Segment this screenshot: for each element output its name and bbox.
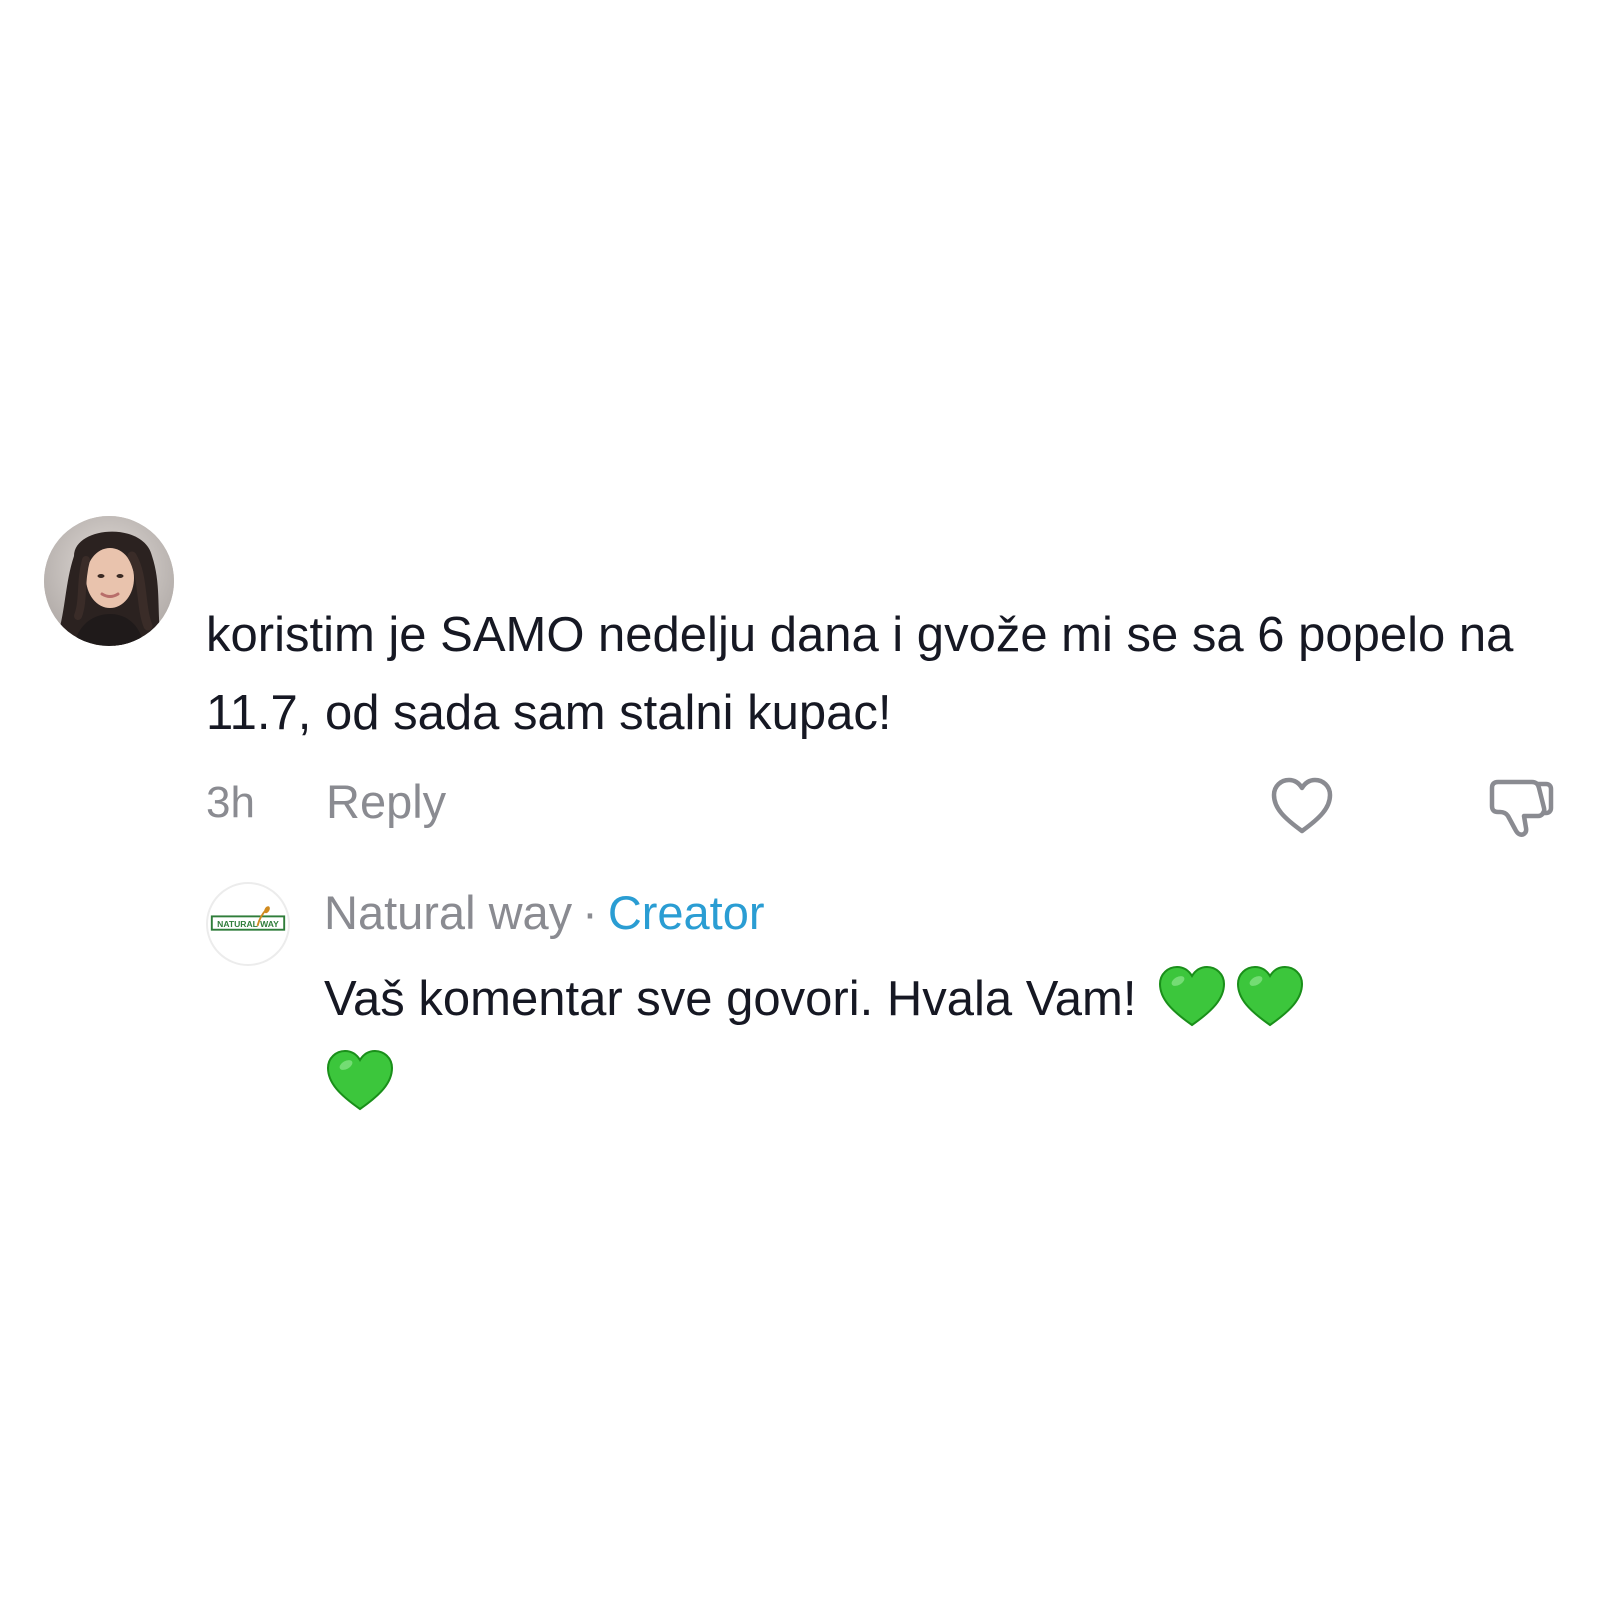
creator-name[interactable]: Natural way — [324, 886, 572, 939]
green-heart-emoji — [1234, 963, 1306, 1029]
reply-button[interactable]: Reply — [326, 773, 446, 831]
creator-badge: Creator — [607, 886, 765, 939]
separator-dot: · — [582, 886, 598, 939]
green-heart-emoji — [324, 1047, 396, 1113]
like-button[interactable] — [1270, 776, 1334, 836]
comment-text: koristim je SAMO nedelju dana i gvože mi… — [206, 608, 1514, 740]
creator-header: Natural way · Creator — [324, 884, 765, 942]
svg-text:NATURAL WAY: NATURAL WAY — [217, 919, 279, 929]
creator-avatar[interactable]: NATURAL WAY — [206, 882, 290, 966]
thumbs-down-outline-icon — [1489, 779, 1554, 837]
creator-reply-text: Vaš komentar sve govori. Hvala Vam! — [324, 960, 1554, 1122]
reply-line-2 — [324, 1044, 1554, 1122]
reply-text-content: Vaš komentar sve govori. Hvala Vam! — [324, 972, 1137, 1026]
commenter-avatar[interactable] — [44, 516, 174, 646]
comment-thread: koristim je SAMO nedelju dana i gvože mi… — [0, 0, 1600, 1600]
avatar-photo — [44, 516, 174, 646]
comment-timestamp: 3h — [206, 778, 255, 827]
heart-outline-icon — [1271, 777, 1333, 834]
natural-way-logo: NATURAL WAY — [210, 906, 286, 931]
dislike-button[interactable] — [1488, 776, 1554, 838]
green-heart-emoji — [1156, 963, 1228, 1029]
